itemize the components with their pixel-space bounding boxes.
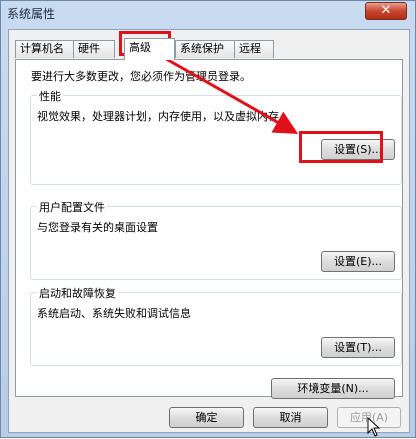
mouse-pointer-icon xyxy=(367,417,381,437)
tab-advanced[interactable]: 高级 xyxy=(124,38,175,60)
system-properties-window: 系统属性 ✕ 计算机名 硬件 高级 系统保护 远程 要进行大多数更改，您必须作为… xyxy=(0,0,416,438)
annotation-arrow xyxy=(160,54,299,134)
